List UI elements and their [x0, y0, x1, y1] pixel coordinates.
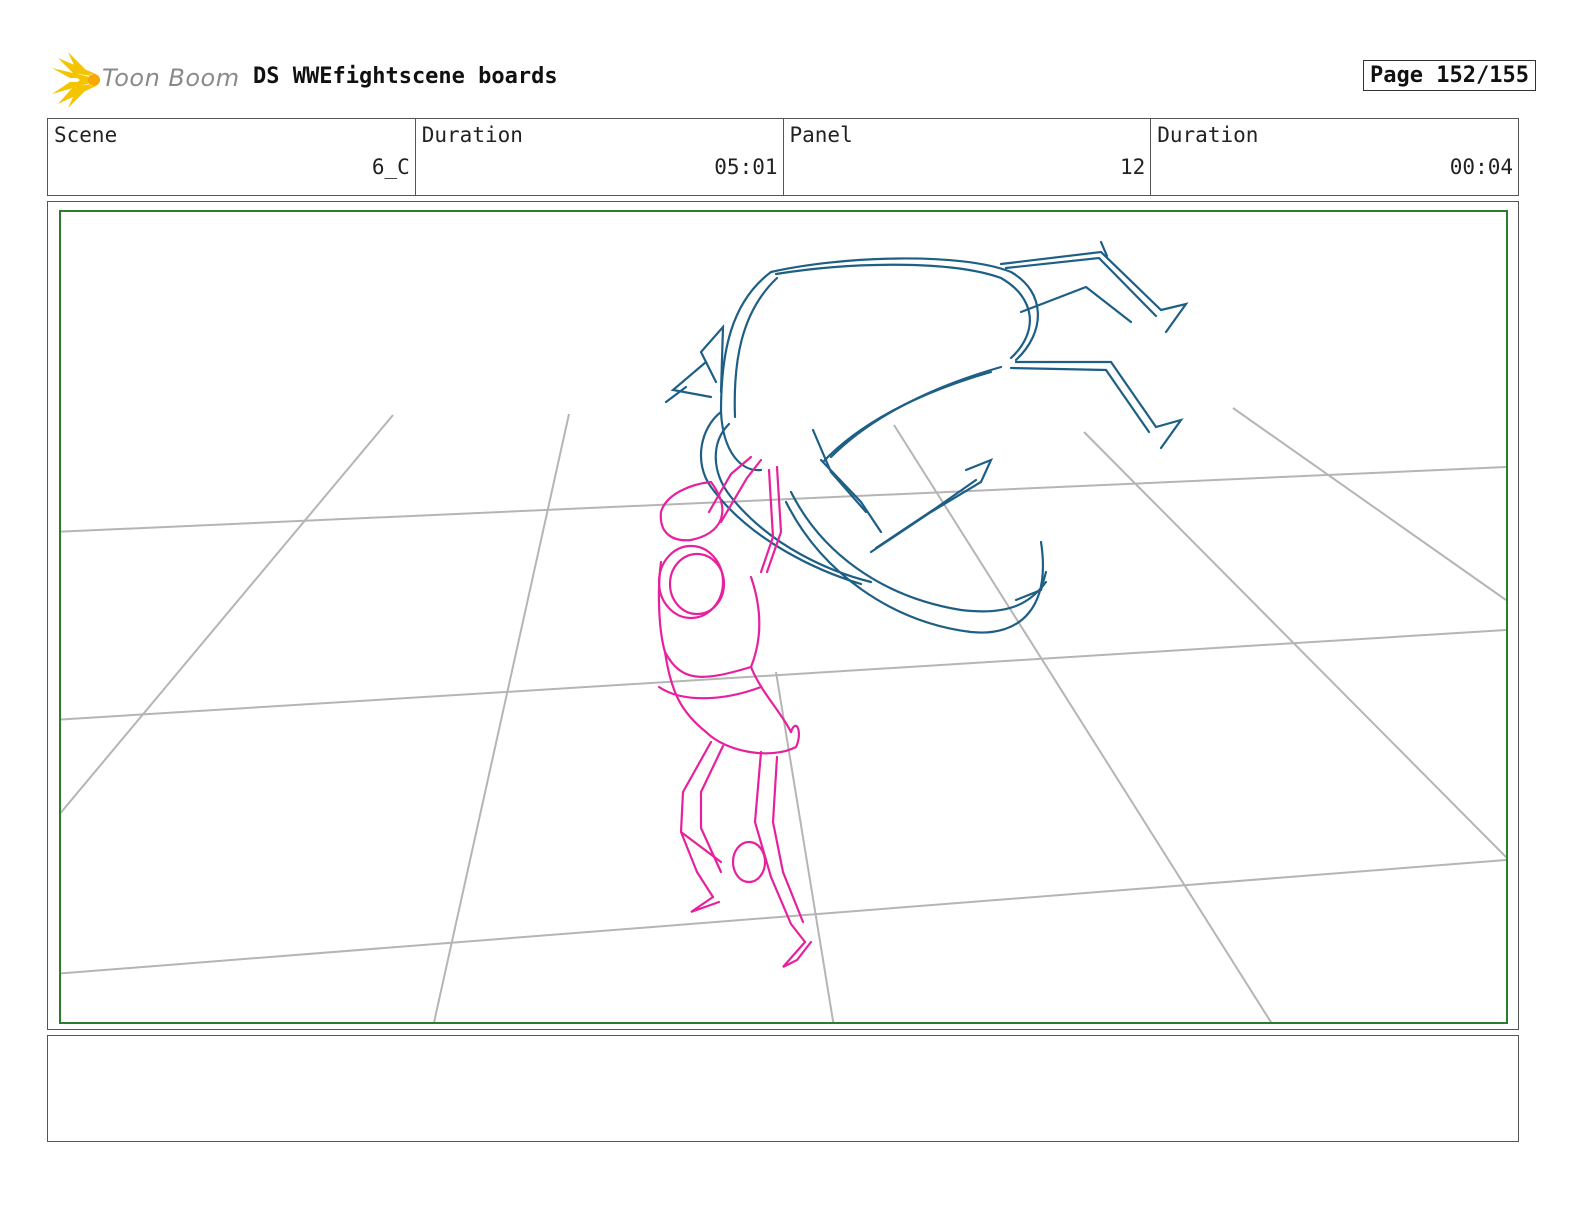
panel-duration-label: Duration	[1157, 123, 1259, 147]
grid-line	[1083, 431, 1506, 858]
panel-duration-value: 00:04	[1449, 155, 1513, 179]
page-indicator: Page 152/155	[1363, 60, 1536, 91]
thrown-figure-sketch	[664, 240, 1189, 634]
floor-grid	[61, 407, 1506, 1022]
scene-label: Scene	[54, 123, 118, 147]
lifting-figure-sketch	[657, 455, 813, 968]
panel-label: Panel	[789, 123, 853, 147]
panel-cell: Panel 12	[784, 119, 1152, 195]
scene-duration-label: Duration	[421, 123, 523, 147]
project-title: DS WWEfightscene boards	[253, 64, 558, 89]
grid-line	[433, 413, 570, 1022]
logo-text: Toon Boom	[102, 64, 240, 92]
toon-boom-logo: Toon Boom	[50, 52, 250, 108]
grid-line	[61, 629, 1506, 721]
scene-cell: Scene 6_C	[48, 119, 416, 195]
starburst-icon	[52, 52, 100, 108]
panel-safe-area	[59, 210, 1508, 1024]
panel-drawing	[61, 240, 1506, 1022]
scene-duration-value: 05:01	[714, 155, 778, 179]
scene-duration-cell: Duration 05:01	[416, 119, 784, 195]
panel-duration-cell: Duration 00:04	[1151, 119, 1518, 195]
grid-line	[1232, 407, 1506, 601]
grid-line	[775, 671, 835, 1022]
grid-line	[61, 859, 1506, 975]
page-header: Toon Boom DS WWEfightscene boards Page 1…	[50, 52, 1536, 108]
storyboard-panel	[47, 201, 1519, 1030]
grid-line	[893, 424, 1273, 1022]
grid-line	[61, 466, 1506, 533]
panel-notes-area	[47, 1035, 1519, 1142]
scene-value: 6_C	[371, 155, 410, 179]
panel-info-table: Scene 6_C Duration 05:01 Panel 12 Durati…	[47, 118, 1519, 196]
grid-line	[61, 414, 394, 814]
panel-value: 12	[1119, 155, 1146, 179]
